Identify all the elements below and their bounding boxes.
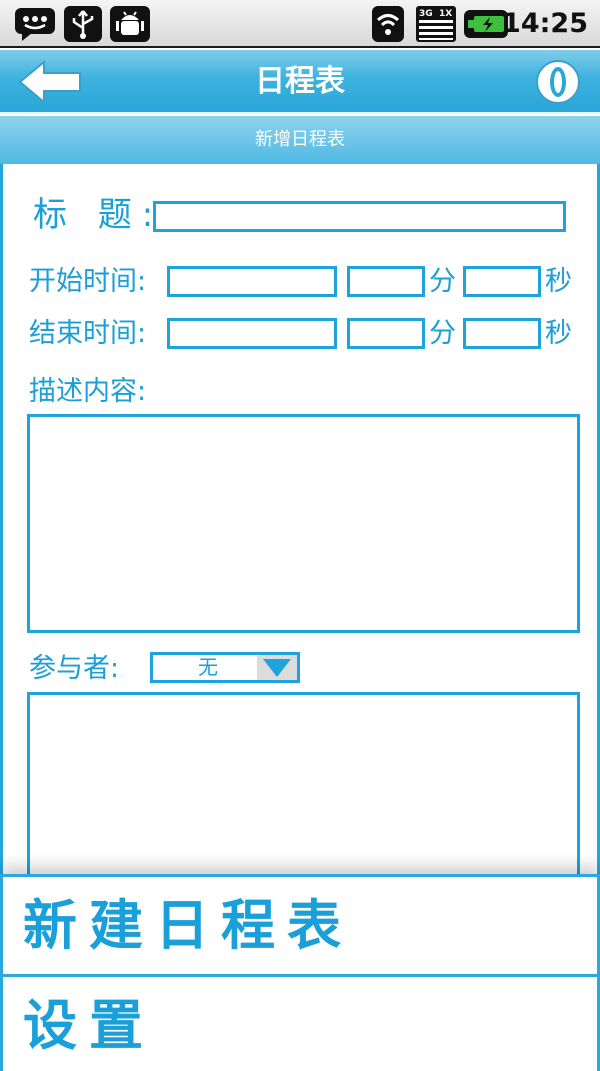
- subheader-title: 新增日程表: [255, 129, 345, 150]
- chat-notification-icon: [15, 8, 55, 41]
- status-time: 14:25: [502, 8, 588, 39]
- menu-item-label: 新建日程表: [23, 894, 353, 957]
- description-label: 描述内容:: [29, 376, 147, 407]
- 3g-1x-signal-icon: 3G 1X: [416, 6, 456, 42]
- status-bar: 3G 1X 14:25: [0, 0, 600, 48]
- usb-icon: [64, 6, 102, 42]
- schedule-form: 标 题: 开始时间: 分 秒 结束时间: 分 秒 描述内容: 参与者: 无: [0, 164, 600, 882]
- end-second-unit: 秒: [545, 318, 572, 349]
- end-minute-unit: 分: [429, 318, 456, 349]
- title-bar: 日程表: [0, 50, 600, 114]
- end-hour-input[interactable]: [167, 318, 337, 349]
- menu-item-new-schedule[interactable]: 新建日程表: [3, 877, 597, 974]
- info-icon: [536, 60, 580, 104]
- options-menu: 新建日程表 设置: [0, 874, 600, 1071]
- participants-list[interactable]: [27, 692, 580, 882]
- end-second-input[interactable]: [463, 318, 541, 349]
- menu-item-settings[interactable]: 设置: [3, 977, 597, 1071]
- svg-text:3G: 3G: [419, 9, 433, 19]
- start-minute-input[interactable]: [347, 266, 425, 297]
- page-title: 日程表: [255, 64, 345, 99]
- participants-selected-value: 无: [198, 655, 218, 679]
- start-time-label: 开始时间:: [29, 266, 147, 297]
- wifi-icon: [372, 6, 404, 42]
- start-second-unit: 秒: [545, 266, 572, 297]
- title-label: 标 题:: [33, 195, 164, 235]
- svg-text:1X: 1X: [439, 9, 452, 19]
- start-hour-input[interactable]: [167, 266, 337, 297]
- info-button[interactable]: [534, 58, 582, 106]
- participants-select[interactable]: 无: [150, 652, 300, 683]
- subheader: 新增日程表: [0, 116, 600, 164]
- start-minute-unit: 分: [429, 266, 456, 297]
- description-textarea[interactable]: [27, 414, 580, 633]
- chevron-down-icon: [257, 655, 297, 680]
- participants-label: 参与者:: [29, 653, 120, 684]
- menu-item-label: 设置: [23, 994, 155, 1057]
- title-input[interactable]: [153, 201, 566, 232]
- end-minute-input[interactable]: [347, 318, 425, 349]
- end-time-label: 结束时间:: [29, 318, 147, 349]
- android-debug-icon: [110, 6, 150, 42]
- start-second-input[interactable]: [463, 266, 541, 297]
